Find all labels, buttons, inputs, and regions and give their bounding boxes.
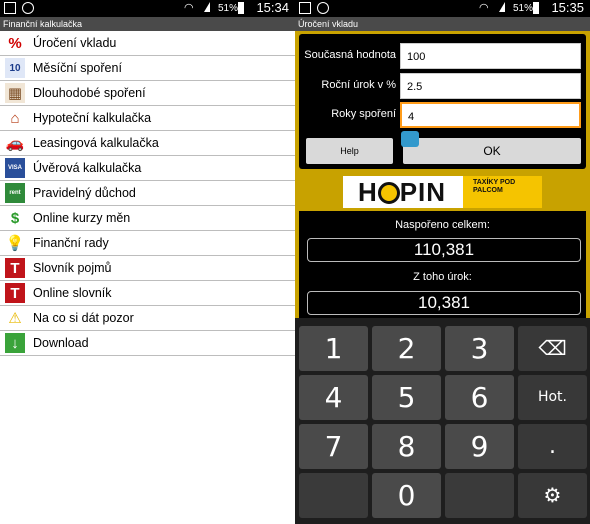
- blank-key: [445, 473, 514, 518]
- period-key[interactable]: .: [518, 424, 587, 469]
- menu-item-label: Pravidelný důchod: [33, 186, 136, 200]
- text-cursor-handle[interactable]: [401, 131, 419, 147]
- menu-item-label: Měsíční spoření: [33, 61, 122, 75]
- wifi-icon: ◠: [184, 2, 194, 14]
- lightbulb-icon: 💡: [5, 233, 25, 253]
- help-button[interactable]: Help: [306, 138, 393, 164]
- clock: 15:34: [256, 0, 289, 15]
- menu-item-label: Slovník pojmů: [33, 261, 112, 275]
- menu-item[interactable]: T Online slovník: [0, 281, 295, 306]
- menu-item[interactable]: ▦ Dlouhodobé spoření: [0, 81, 295, 106]
- years-input[interactable]: 4: [400, 102, 581, 128]
- menu-item[interactable]: VISA Úvěrová kalkulačka: [0, 156, 295, 181]
- menu-item[interactable]: 💡 Finanční rady: [0, 231, 295, 256]
- dollar-icon: $: [5, 208, 25, 228]
- book-icon: T: [5, 258, 25, 278]
- battery-percent: 51%: [218, 3, 239, 14]
- menu-item[interactable]: % Úročení vkladu: [0, 31, 295, 56]
- present-value-input[interactable]: 100: [400, 43, 581, 69]
- key-6[interactable]: 6: [445, 375, 514, 420]
- menu-item-label: Online kurzy měn: [33, 211, 131, 225]
- years-label: Roky spoření: [331, 108, 396, 120]
- menu-item-label: Úročení vkladu: [33, 36, 117, 50]
- menu-item-label: Download: [33, 336, 89, 350]
- menu-item[interactable]: $ Online kurzy měn: [0, 206, 295, 231]
- input-form: Současná hodnota 100 Roční úrok v % 2.5 …: [299, 34, 586, 169]
- battery-icon: [533, 2, 539, 14]
- image-notification-icon: [4, 2, 16, 14]
- download-icon: ↓: [5, 333, 25, 353]
- ad-text: TAXÍKY POD PALCOM: [463, 176, 542, 208]
- car-icon: 🚗: [5, 133, 25, 153]
- menu-item[interactable]: rent Pravidelný důchod: [0, 181, 295, 206]
- menu-item-label: Finanční rady: [33, 236, 109, 250]
- wifi-icon: ◠: [479, 2, 489, 14]
- main-menu: % Úročení vkladu 10 Měsíční spoření ▦ Dlouhod…: [0, 31, 295, 356]
- key-3[interactable]: 3: [445, 326, 514, 371]
- key-8[interactable]: 8: [372, 424, 441, 469]
- hopin-logo: H PIN: [343, 176, 461, 208]
- interest-label: Z toho úrok:: [413, 271, 472, 283]
- alarm-icon: [317, 2, 329, 14]
- present-value-row: Současná hodnota 100: [299, 43, 586, 69]
- alarm-icon: [22, 2, 34, 14]
- rent-icon: rent: [5, 183, 25, 203]
- interest-rate-row: Roční úrok v % 2.5: [299, 73, 586, 99]
- image-notification-icon: [299, 2, 311, 14]
- left-screen: ◠ 51% 15:34 Finanční kalkulačka % Úročení…: [0, 0, 295, 524]
- key-7[interactable]: 7: [299, 424, 368, 469]
- settings-icon[interactable]: ⚙: [518, 473, 587, 518]
- key-0[interactable]: 0: [372, 473, 441, 518]
- calendar-grid-icon: ▦: [5, 83, 25, 103]
- done-key[interactable]: Hot.: [518, 375, 587, 420]
- percent-icon: %: [5, 33, 25, 53]
- menu-item[interactable]: T Slovník pojmů: [0, 256, 295, 281]
- menu-item-label: Hypoteční kalkulačka: [33, 111, 152, 125]
- house-icon: ⌂: [5, 108, 25, 128]
- ad-banner[interactable]: H PIN TAXÍKY POD PALCOM: [343, 176, 542, 208]
- battery-icon: [238, 2, 244, 14]
- interest-value: 10,381: [307, 291, 581, 315]
- key-1[interactable]: 1: [299, 326, 368, 371]
- total-saved-value: 110,381: [307, 238, 581, 262]
- menu-item[interactable]: ⌂ Hypoteční kalkulačka: [0, 106, 295, 131]
- menu-item-label: Úvěrová kalkulačka: [33, 161, 142, 175]
- present-value-label: Současná hodnota: [304, 49, 396, 61]
- key-4[interactable]: 4: [299, 375, 368, 420]
- menu-item-label: Online slovník: [33, 286, 112, 300]
- total-saved-label: Naspořeno celkem:: [395, 219, 490, 231]
- key-9[interactable]: 9: [445, 424, 514, 469]
- menu-item[interactable]: ↓ Download: [0, 331, 295, 356]
- blank-key: [299, 473, 368, 518]
- calendar-icon: 10: [5, 58, 25, 78]
- years-row: Roky spoření 4: [299, 102, 586, 128]
- menu-item[interactable]: 🚗 Leasingová kalkulačka: [0, 131, 295, 156]
- interest-rate-input[interactable]: 2.5: [400, 73, 581, 99]
- warning-icon: ⚠: [5, 308, 25, 328]
- clock: 15:35: [551, 0, 584, 15]
- status-bar: ◠ 51% 15:35: [295, 0, 590, 17]
- signal-icon: [499, 2, 505, 12]
- status-bar: ◠ 51% 15:34: [0, 0, 295, 17]
- key-2[interactable]: 2: [372, 326, 441, 371]
- key-5[interactable]: 5: [372, 375, 441, 420]
- menu-item[interactable]: ⚠ Na co si dát pozor: [0, 306, 295, 331]
- ok-button[interactable]: OK: [403, 138, 581, 164]
- backspace-key[interactable]: ⌫: [518, 326, 587, 371]
- credit-card-icon: VISA: [5, 158, 25, 178]
- menu-item-label: Dlouhodobé spoření: [33, 86, 146, 100]
- menu-item-label: Na co si dát pozor: [33, 311, 134, 325]
- menu-item-label: Leasingová kalkulačka: [33, 136, 159, 150]
- app-title: Finanční kalkulačka: [0, 17, 295, 31]
- menu-item[interactable]: 10 Měsíční spoření: [0, 56, 295, 81]
- battery-percent: 51%: [513, 3, 534, 14]
- signal-icon: [204, 2, 210, 12]
- numeric-keyboard: 1 2 3 ⌫ 4 5 6 Hot. 7 8 9. 0 ⚙: [295, 318, 590, 524]
- right-screen: ◠ 51% 15:35 Úročení vkladu Současná hodn…: [295, 0, 590, 524]
- screen-title: Úročení vkladu: [295, 17, 590, 31]
- interest-rate-label: Roční úrok v %: [321, 79, 396, 91]
- book-online-icon: T: [5, 283, 25, 303]
- results-panel: Naspořeno celkem: 110,381 Z toho úrok: 1…: [299, 211, 586, 321]
